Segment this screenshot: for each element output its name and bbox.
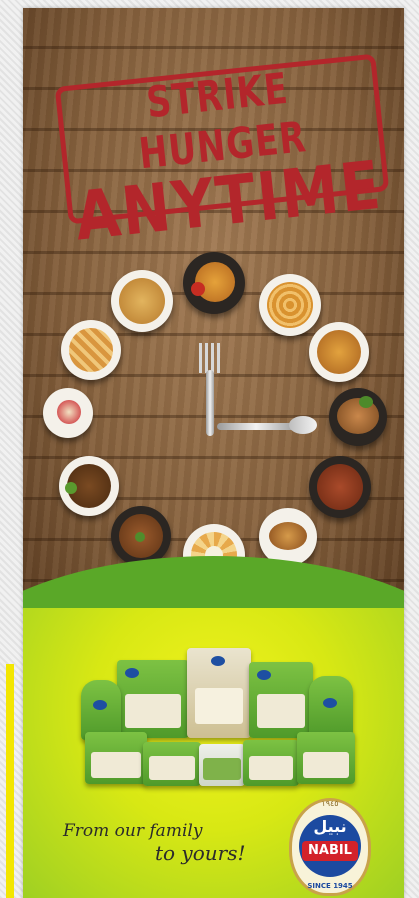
product-pack: [187, 648, 251, 738]
product-pack: [143, 742, 201, 786]
spicy-potatoes-plate: [309, 322, 369, 382]
tagline-line2: to yours!: [155, 841, 246, 865]
kibbeh-plate: [111, 506, 171, 566]
product-pack: [243, 740, 299, 786]
side-accent-strip: [6, 664, 14, 898]
potato-wedges-plate: [183, 252, 245, 314]
nabil-logo: ١٩٤٥ نبيل NABIL SINCE 1945: [289, 798, 371, 896]
product-pack: [297, 732, 355, 784]
pie-plate: [61, 320, 121, 380]
product-pack: [85, 732, 147, 784]
logo-brand-name: NABIL: [302, 841, 358, 861]
product-pack: [117, 660, 189, 738]
tagline: From our family to yours!: [63, 820, 283, 864]
burger-plate: [259, 508, 317, 566]
spoon-bowl: [289, 416, 317, 434]
product-pack: [81, 680, 121, 740]
logo-arabic-name: نبيل: [313, 817, 347, 836]
grilled-chicken-plate: [329, 388, 387, 446]
promo-poster: STRIKE HUNGER ANYTIME From our family to…: [23, 8, 404, 898]
fork-tines: [199, 343, 221, 373]
product-pack: [309, 676, 353, 738]
product-pack: [249, 662, 313, 738]
kebab-plate: [309, 456, 371, 518]
falafel-plate: [59, 456, 119, 516]
samosa-plate: [111, 270, 173, 332]
fork-hand: [206, 370, 214, 436]
logo-arabic-year: ١٩٤٥: [321, 799, 339, 808]
onion-rings-plate: [259, 274, 321, 336]
logo-since: SINCE 1945: [307, 882, 353, 890]
spoon-hand: [217, 423, 295, 430]
tagline-line1: From our family: [63, 821, 203, 841]
product-pack: [199, 744, 245, 786]
cheesecake-plate: [43, 388, 93, 438]
